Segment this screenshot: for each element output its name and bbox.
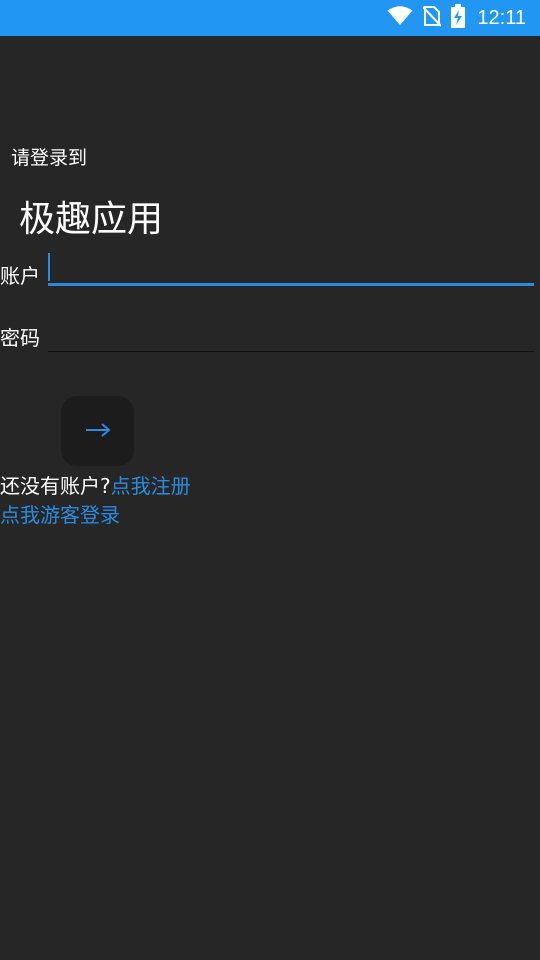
register-link[interactable]: 点我注册 (111, 474, 191, 498)
text-cursor (48, 253, 50, 281)
arrow-right-icon (85, 422, 111, 441)
status-bar: 12:11 (0, 0, 540, 36)
account-input[interactable] (48, 252, 534, 286)
login-subtitle: 请登录到 (11, 147, 88, 169)
password-input[interactable] (48, 318, 534, 352)
guest-login-row: 点我游客登录 (0, 499, 120, 528)
app-title: 极趣应用 (19, 199, 164, 240)
status-time: 12:11 (477, 6, 526, 29)
login-screen: 12:11 请登录到 极趣应用 账户 密码 还没有账户?点我注册 点我游客登录 (0, 0, 540, 960)
battery-charging-icon (451, 4, 466, 32)
login-submit-button[interactable] (61, 396, 134, 466)
no-account-text: 还没有账户? (0, 474, 111, 498)
guest-login-link[interactable]: 点我游客登录 (0, 503, 120, 527)
account-label: 账户 (0, 264, 40, 288)
password-label: 密码 (0, 326, 40, 350)
wifi-icon (387, 6, 413, 30)
register-prompt: 还没有账户?点我注册 (0, 470, 191, 499)
no-sim-icon (422, 5, 443, 31)
